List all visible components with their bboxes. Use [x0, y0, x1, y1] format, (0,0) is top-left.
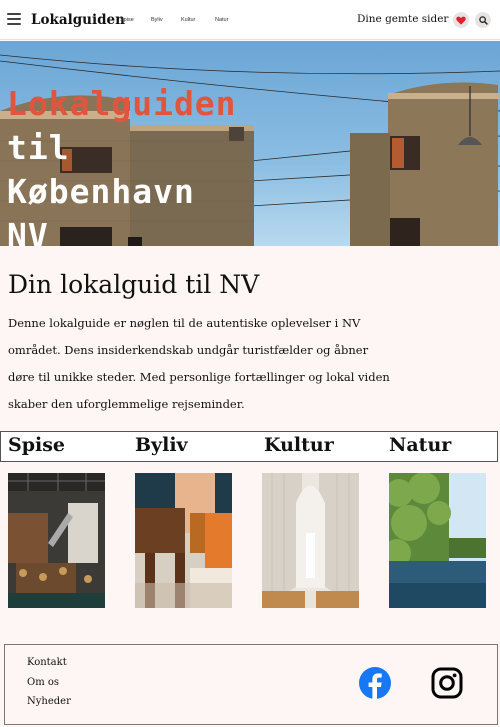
- nightlife-photo: [135, 473, 232, 608]
- instagram-icon[interactable]: [431, 667, 463, 699]
- category-label-spise[interactable]: Spise: [8, 434, 65, 456]
- footer-link-nyheder[interactable]: Nyheder: [27, 696, 71, 707]
- category-image-byliv[interactable]: [135, 473, 232, 608]
- intro-line-3: døre til unikke steder. Med personlige f…: [8, 370, 390, 384]
- search-button[interactable]: [475, 12, 491, 28]
- footer: Kontakt Om os Nyheder: [4, 644, 498, 725]
- hero-title-line-2: til: [7, 128, 70, 167]
- nav-link-spise[interactable]: Spise: [120, 17, 134, 23]
- brand-logo[interactable]: Lokalguiden: [31, 12, 125, 28]
- restaurant-photo: [8, 473, 105, 608]
- category-image-kultur[interactable]: [262, 473, 359, 608]
- category-label-kultur[interactable]: Kultur: [264, 434, 334, 456]
- hero-title-line-3: København: [7, 172, 195, 211]
- heart-button[interactable]: [453, 12, 469, 28]
- footer-link-om-os[interactable]: Om os: [27, 677, 59, 688]
- category-image-natur[interactable]: [389, 473, 486, 608]
- hero-title-line-1: Lokalguiden: [7, 84, 237, 123]
- intro-line-2: området. Dens insiderkendskab undgår tur…: [8, 343, 369, 357]
- search-icon: [478, 15, 488, 25]
- footer-link-kontakt[interactable]: Kontakt: [27, 657, 67, 668]
- intro-heading: Din lokalguid til NV: [8, 270, 260, 299]
- top-nav: Lokalguiden Spise Byliv Kultur Natur Din…: [0, 0, 500, 40]
- church-interior-photo: [262, 473, 359, 608]
- category-label-natur[interactable]: Natur: [389, 434, 451, 456]
- instagram-glyph: [431, 667, 463, 699]
- hero-banner: Lokalguiden til København NV: [0, 41, 500, 246]
- intro-text: Denne lokalguide er nøglen til de autent…: [8, 310, 408, 418]
- category-label-byliv[interactable]: Byliv: [135, 434, 188, 456]
- intro-line-1: Denne lokalguide er nøglen til de autent…: [8, 316, 361, 330]
- facebook-glyph: [368, 673, 382, 699]
- menu-icon[interactable]: [7, 13, 21, 25]
- heart-icon: [456, 16, 466, 25]
- category-image-spise[interactable]: [8, 473, 105, 608]
- intro-line-4: skaber den uforglemmelige rejseminder.: [8, 397, 245, 411]
- nav-link-byliv[interactable]: Byliv: [151, 17, 163, 23]
- facebook-icon[interactable]: [359, 667, 391, 699]
- nav-link-kultur[interactable]: Kultur: [181, 17, 195, 23]
- hero-title: Lokalguiden til København NV: [7, 87, 237, 246]
- hero-title-line-4: NV: [7, 216, 49, 246]
- saved-pages-link[interactable]: Dine gemte sider: [357, 13, 448, 25]
- nature-photo: [389, 473, 486, 608]
- nav-link-natur[interactable]: Natur: [215, 17, 228, 23]
